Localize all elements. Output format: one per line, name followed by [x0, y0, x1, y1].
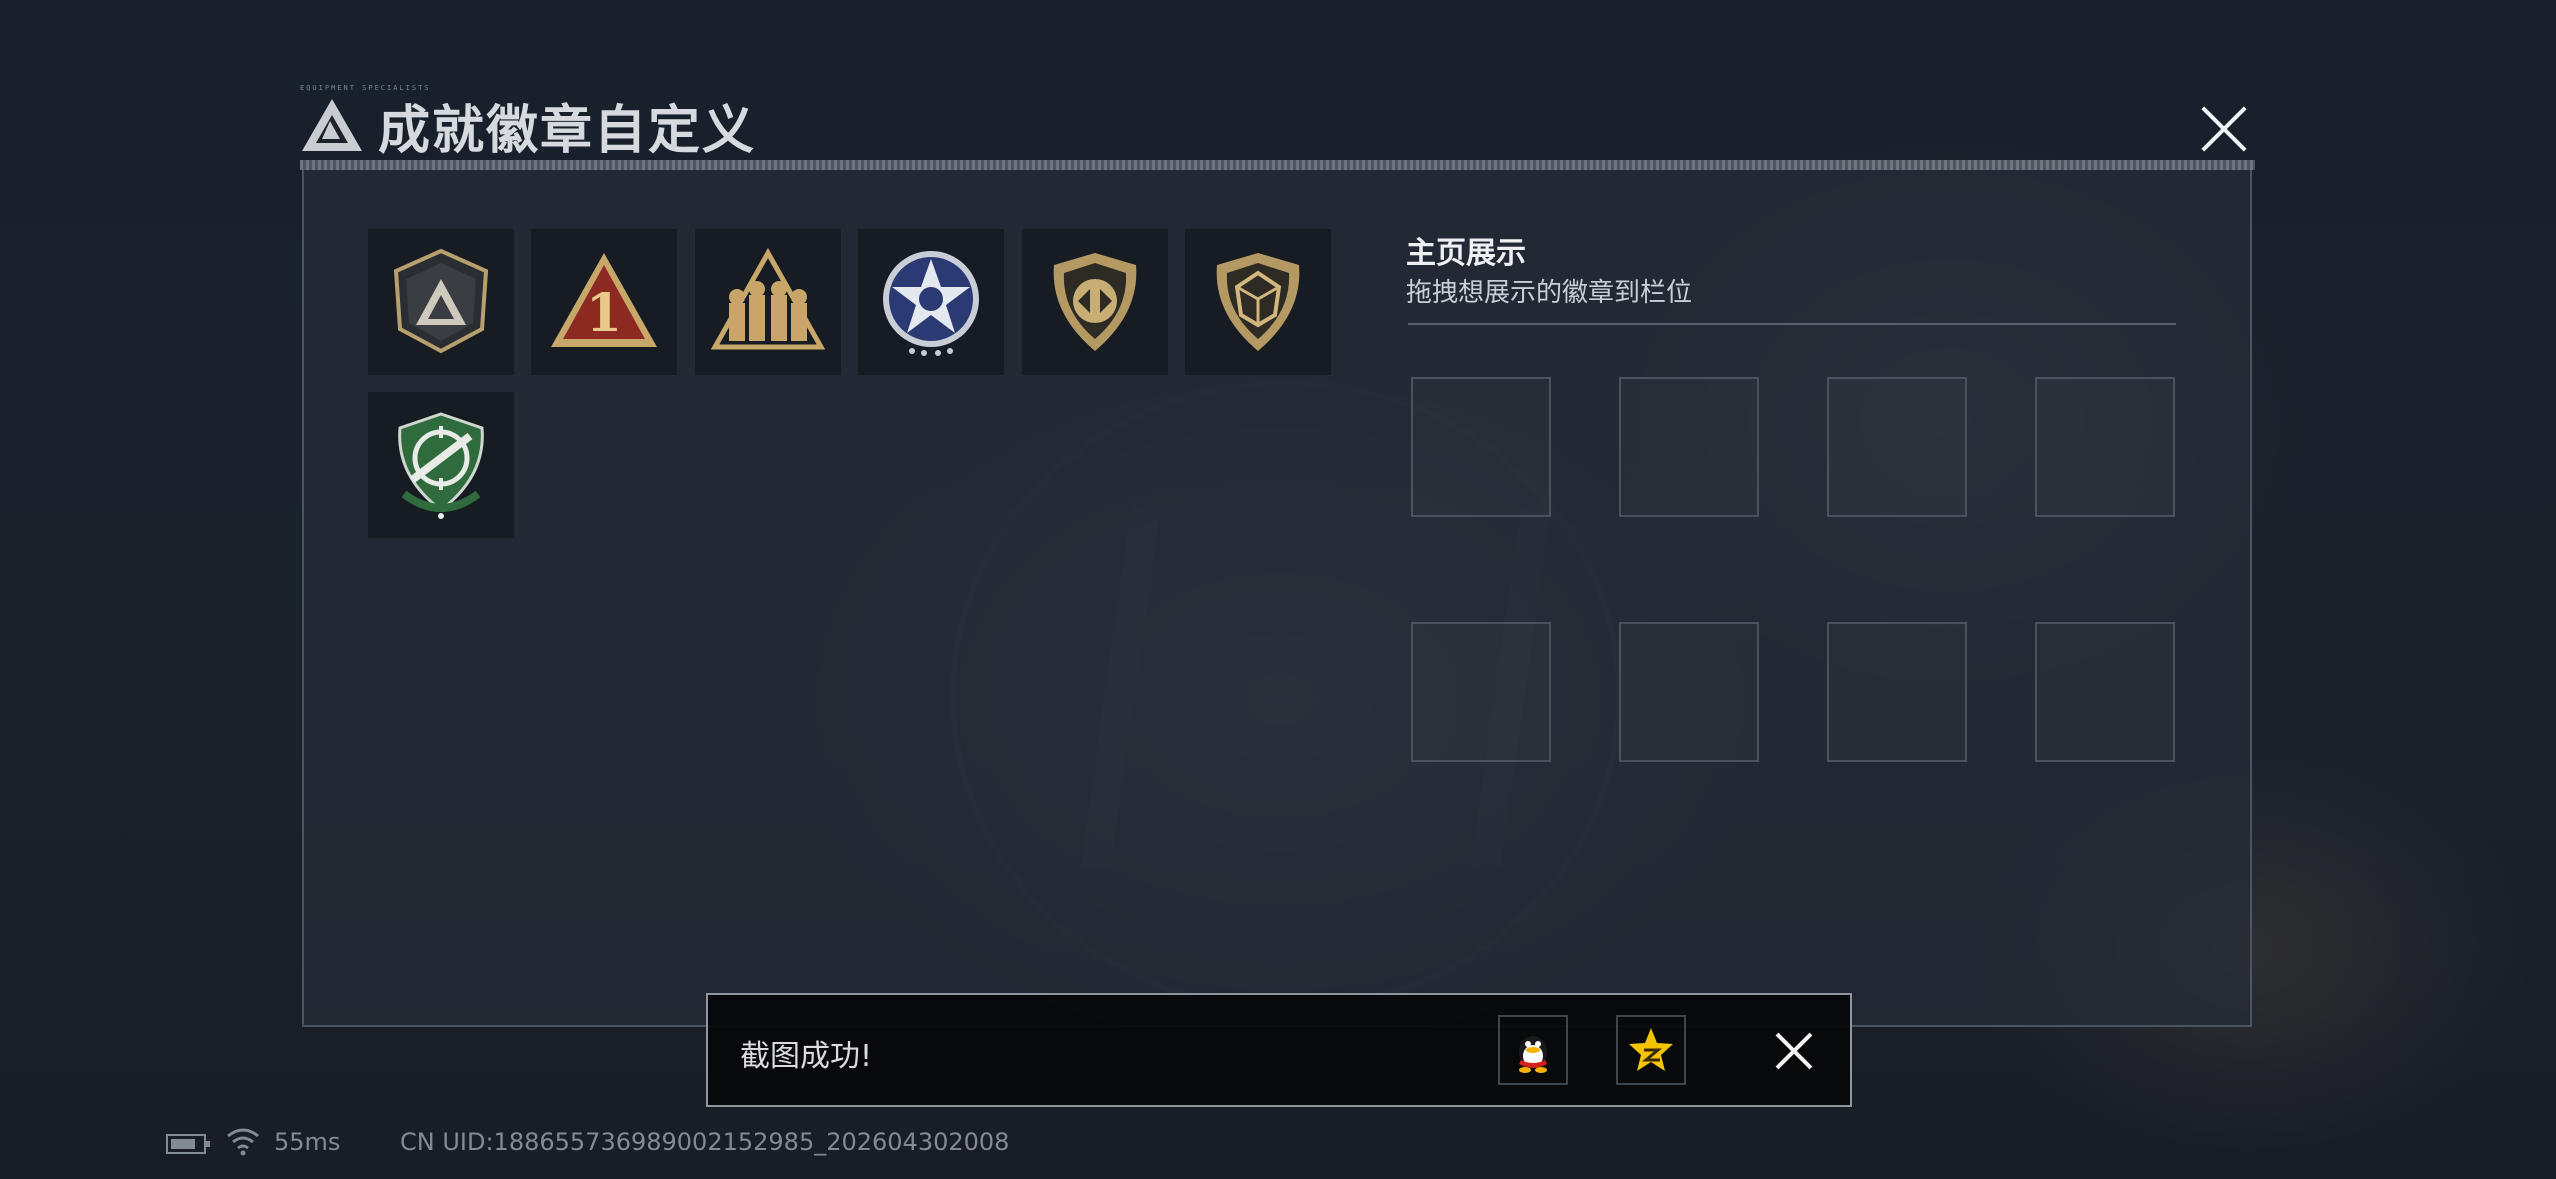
delta-logo-icon	[302, 99, 362, 151]
badge-slot-1[interactable]	[368, 229, 514, 375]
qq-icon	[1519, 1036, 1547, 1073]
polyhedron-shield-badge-icon	[1216, 253, 1300, 351]
wifi-icon	[227, 1128, 259, 1156]
uid-readout: CN UID:18865573698900215​2985_2026043020…	[400, 1128, 1010, 1156]
toast-close-button[interactable]	[1768, 1025, 1820, 1077]
title-divider	[300, 160, 2255, 170]
display-slot-8[interactable]	[2035, 622, 2175, 762]
display-slot-1[interactable]	[1411, 377, 1551, 517]
badge-slot-7[interactable]	[368, 392, 514, 538]
close-button[interactable]	[2190, 96, 2256, 162]
badge-slot-6[interactable]	[1185, 229, 1331, 375]
section-divider	[1408, 323, 2176, 325]
display-slot-2[interactable]	[1619, 377, 1759, 517]
number-one-triangle-badge-icon: 1	[551, 253, 657, 347]
share-qq-button[interactable]	[1498, 1015, 1568, 1085]
display-slot-7[interactable]	[1827, 622, 1967, 762]
display-slot-3[interactable]	[1827, 377, 1967, 517]
display-slot-5[interactable]	[1411, 622, 1551, 762]
screenshot-toast: 截图成功!	[706, 993, 1852, 1107]
delta-logo-shield-badge-icon	[393, 248, 489, 354]
latency-readout: 55ms	[274, 1128, 341, 1156]
display-slot-4[interactable]	[2035, 377, 2175, 517]
homepage-display-hint: 拖拽想展示的徽章到栏位	[1406, 278, 1693, 308]
badge-slot-3[interactable]	[695, 229, 841, 375]
qzone-star-icon	[1629, 1028, 1673, 1071]
page-title: 成就徽章自定义	[378, 100, 757, 161]
badge-slot-5[interactable]	[1022, 229, 1168, 375]
share-qzone-button[interactable]	[1616, 1015, 1686, 1085]
green-crosshair-shield-badge-icon	[398, 412, 484, 519]
star-eagle-badge-icon	[883, 251, 979, 356]
badge-slot-2[interactable]: 1	[531, 229, 677, 375]
homepage-display-title: 主页展示	[1406, 236, 1526, 271]
badge-slot-4[interactable]	[858, 229, 1004, 375]
gold-shield-arrows-badge-icon	[1053, 253, 1137, 351]
toast-message: 截图成功!	[740, 1039, 873, 1074]
soldiers-triangle-badge-icon	[710, 247, 826, 350]
title-bar: 成就徽章自定义	[300, 90, 757, 161]
display-slot-6[interactable]	[1619, 622, 1759, 762]
battery-icon	[166, 1134, 210, 1154]
svg-text:1: 1	[586, 283, 622, 344]
